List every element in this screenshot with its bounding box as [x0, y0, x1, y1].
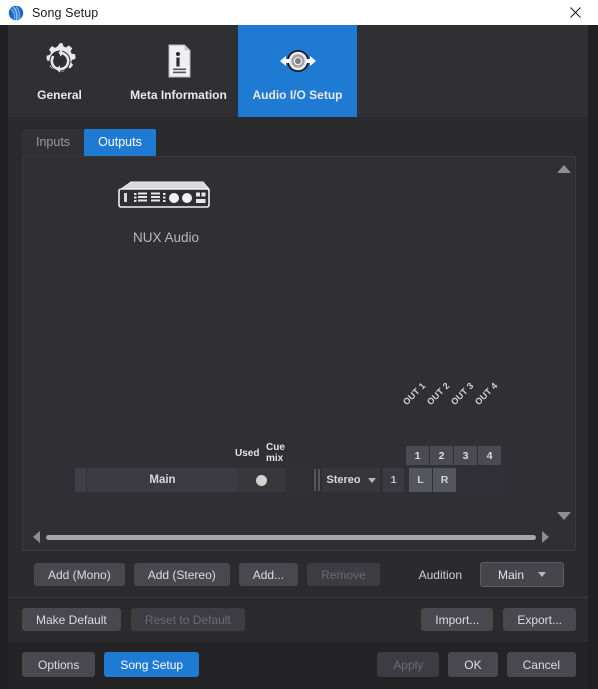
subtab-inputs-label: Inputs	[36, 135, 71, 149]
apply-button[interactable]: Apply	[377, 652, 440, 677]
gear-refresh-icon	[39, 40, 81, 82]
bus-mode-dropdown[interactable]: Stereo	[322, 468, 380, 492]
audition-dropdown[interactable]: Main	[480, 562, 564, 587]
bus-count-cell[interactable]: 1	[383, 468, 404, 492]
tab-general-label: General	[37, 88, 82, 102]
channel-number-cell[interactable]: 3	[454, 446, 477, 465]
subtab-outputs[interactable]: Outputs	[84, 129, 156, 156]
bus-assignment-cells: L R	[409, 468, 504, 492]
export-button[interactable]: Export...	[503, 608, 576, 631]
audio-io-jack-icon	[277, 40, 319, 82]
cue-mix-line2: mix	[266, 453, 284, 464]
close-icon[interactable]	[553, 0, 598, 25]
chevron-down-icon	[538, 572, 546, 577]
app-sphere-icon	[8, 5, 24, 21]
assignment-cell[interactable]: L	[409, 468, 432, 492]
tab-audio-io-setup[interactable]: Audio I/O Setup	[238, 25, 357, 117]
make-default-button[interactable]: Make Default	[22, 608, 121, 631]
titlebar: Song Setup	[0, 0, 598, 25]
tab-meta-information-label: Meta Information	[130, 88, 227, 102]
subtab-inputs[interactable]: Inputs	[22, 129, 85, 156]
row-grip-handle[interactable]	[75, 468, 87, 492]
chevron-down-icon	[367, 477, 376, 483]
content-area: Inputs Outputs NUX Audio OUT 1 OUT 2 OUT…	[0, 117, 598, 597]
right-edge-strip	[588, 25, 598, 689]
channel-number-cell[interactable]: 4	[478, 446, 501, 465]
audition-value: Main	[497, 567, 524, 582]
tab-strip: General Meta Information Audio I/O Setup	[0, 25, 598, 117]
song-setup-button[interactable]: Song Setup	[104, 652, 200, 677]
cue-mix-line1: Cue	[266, 442, 285, 453]
audition-label: Audition	[418, 567, 462, 582]
window-title: Song Setup	[32, 5, 99, 20]
matrix-channel-numbers: 1 2 3 4	[406, 446, 501, 465]
horizontal-scroll-thumb[interactable]	[46, 534, 536, 540]
document-info-icon	[158, 40, 200, 82]
defaults-row: Make Default Reset to Default Import... …	[0, 597, 598, 642]
window-body: General Meta Information Audio I/O Setup…	[0, 25, 598, 689]
ok-button[interactable]: OK	[448, 652, 498, 677]
subtab-outputs-label: Outputs	[98, 135, 142, 149]
bus-name-cell[interactable]: Main	[87, 468, 238, 492]
cancel-button[interactable]: Cancel	[506, 652, 576, 677]
bus-mode-value: Stereo	[326, 474, 361, 486]
remove-button[interactable]: Remove	[307, 563, 380, 586]
used-indicator-dot	[256, 474, 267, 486]
import-button[interactable]: Import...	[421, 608, 494, 631]
scroll-up-icon[interactable]	[557, 165, 571, 173]
options-button[interactable]: Options	[22, 652, 96, 677]
dialog-footer: Options Song Setup Apply OK Cancel	[0, 642, 598, 689]
bus-actions-row: Add (Mono) Add (Stereo) Add... Remove Au…	[12, 551, 586, 597]
bus-used-cell[interactable]	[238, 468, 285, 492]
assignment-cell[interactable]: R	[433, 468, 456, 492]
add-stereo-button[interactable]: Add (Stereo)	[133, 563, 230, 586]
add-mono-button[interactable]: Add (Mono)	[34, 563, 125, 586]
column-header-used: Used	[235, 448, 260, 459]
assignment-cell[interactable]	[457, 468, 480, 492]
device-block: NUX Audio	[23, 157, 575, 245]
device-name: NUX Audio	[133, 230, 200, 245]
column-header-cue-mix: Cue mix	[266, 442, 290, 464]
reset-to-default-button[interactable]: Reset to Default	[130, 608, 245, 631]
routing-panel: NUX Audio OUT 1 OUT 2 OUT 3 OUT 4 1 2 3 …	[22, 156, 576, 551]
tab-general[interactable]: General	[0, 25, 119, 117]
column-separator	[312, 468, 322, 492]
audio-interface-icon	[115, 181, 211, 215]
scroll-right-icon[interactable]	[542, 531, 549, 543]
horizontal-scrollbar[interactable]	[31, 528, 551, 546]
channel-number-cell[interactable]: 2	[430, 446, 453, 465]
scroll-left-icon[interactable]	[33, 531, 40, 543]
tab-meta-information[interactable]: Meta Information	[119, 25, 238, 117]
output-bus-row[interactable]: Main Stereo 1 L R	[75, 468, 504, 492]
song-setup-window: Song Setup General Meta Information Audi…	[0, 0, 598, 689]
scroll-down-icon[interactable]	[557, 512, 571, 520]
left-edge-strip	[0, 25, 8, 689]
assignment-cell[interactable]	[481, 468, 504, 492]
sub-tab-strip: Inputs Outputs	[12, 117, 586, 156]
tab-audio-io-setup-label: Audio I/O Setup	[252, 88, 343, 102]
vertical-scrollbar[interactable]	[555, 161, 573, 524]
bus-cue-mix-cell[interactable]	[285, 468, 312, 492]
channel-number-cell[interactable]: 1	[406, 446, 429, 465]
add-more-button[interactable]: Add...	[238, 563, 299, 586]
